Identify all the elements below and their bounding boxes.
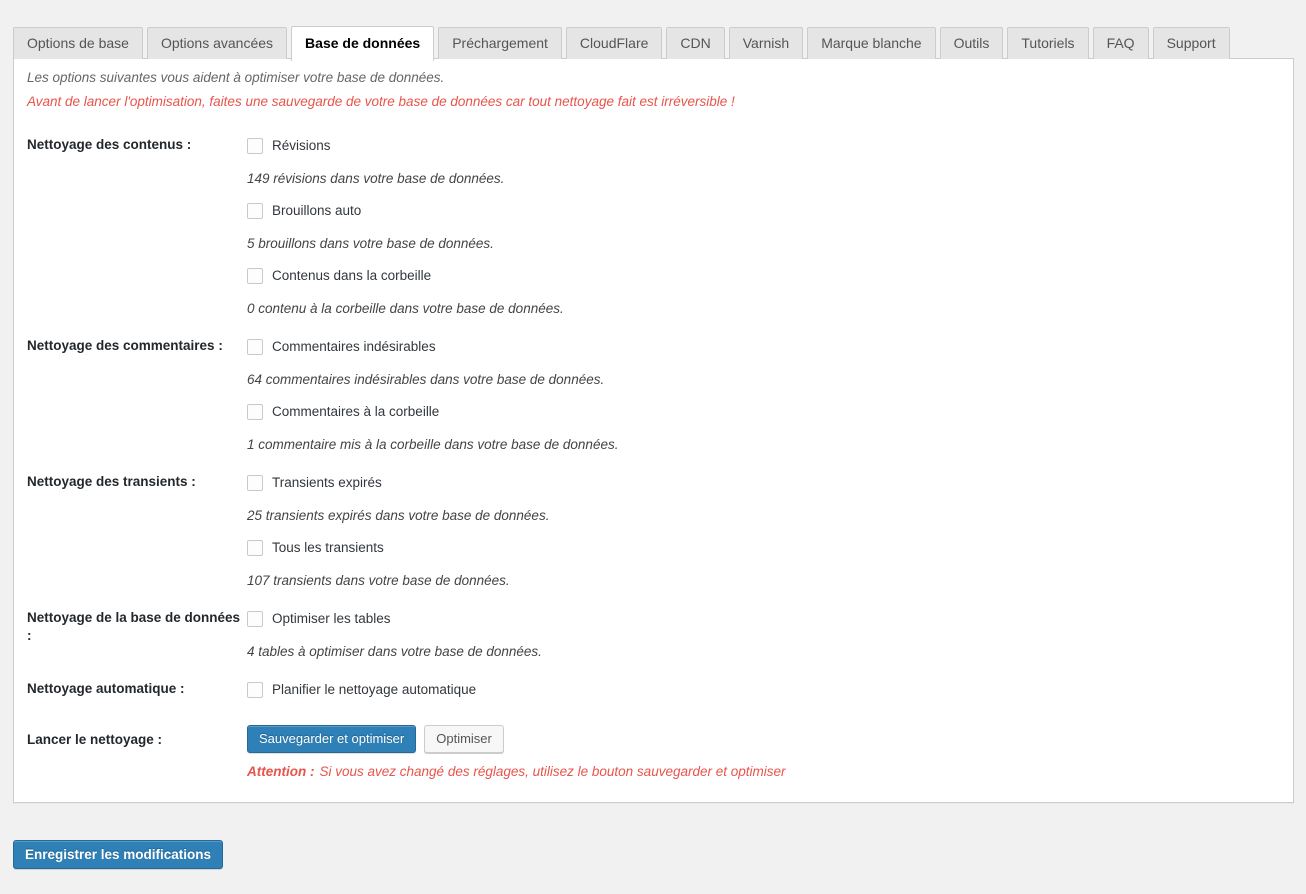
checkbox-description: 5 brouillons dans votre base de données. — [247, 236, 494, 251]
attention-text: Si vous avez changé des réglages, utilis… — [319, 764, 786, 779]
checkbox-label[interactable]: Transients expirés — [272, 474, 382, 492]
option-row: Nettoyage de la base de données : Optimis… — [14, 608, 1293, 661]
checkbox-line[interactable]: Tous les transients — [247, 537, 1293, 559]
checkbox-label[interactable]: Commentaires à la corbeille — [272, 403, 439, 421]
option-row-label: Nettoyage des commentaires : — [27, 338, 223, 353]
save-changes-button[interactable]: Enregistrer les modifications — [13, 840, 224, 869]
checkbox-label[interactable]: Planifier le nettoyage automatique — [272, 681, 476, 699]
option-row-fields: Commentaires indésirables 64 commentaires… — [247, 336, 1293, 454]
option-row-label: Nettoyage automatique : — [27, 681, 185, 696]
checkbox-unchecked-icon[interactable] — [247, 682, 263, 698]
checkbox-unchecked-icon[interactable] — [247, 611, 263, 627]
checkbox-description: 107 transients dans votre base de donnée… — [247, 573, 510, 588]
checkbox-unchecked-icon[interactable] — [247, 540, 263, 556]
tab-marque-blanche[interactable]: Marque blanche — [807, 27, 936, 59]
option-row-fields: Transients expirés 25 transients expirés … — [247, 472, 1293, 590]
tab-cdn[interactable]: CDN — [666, 27, 725, 59]
checkbox-line[interactable]: Contenus dans la corbeille — [247, 265, 1293, 287]
option-row: Nettoyage automatique : Planifier le nett… — [14, 679, 1293, 701]
run-cleanup-row: Lancer le nettoyage : Sauvegarder et opti… — [14, 725, 1293, 779]
tab-base-de-donn-es[interactable]: Base de données — [291, 26, 435, 61]
tab-varnish[interactable]: Varnish — [728, 27, 804, 59]
settings-tab-bar: Options de base Options avancées Base de d… — [13, 26, 1230, 61]
tab-options-avanc-es[interactable]: Options avancées — [146, 27, 288, 59]
option-row-label: Nettoyage des contenus : — [27, 137, 192, 152]
attention-prefix: Attention : — [247, 764, 315, 779]
checkbox-description: 25 transients expirés dans votre base de… — [247, 508, 550, 523]
tab-cloudflare[interactable]: CloudFlare — [565, 27, 663, 59]
tab-pr-chargement[interactable]: Préchargement — [438, 27, 562, 59]
option-row: Nettoyage des transients : Transients exp… — [14, 472, 1293, 590]
run-cleanup-buttons: Sauvegarder et optimiser Optimiser — [247, 725, 1293, 753]
checkbox-description: 4 tables à optimiser dans votre base de … — [247, 644, 542, 659]
checkbox-line[interactable]: Planifier le nettoyage automatique — [247, 679, 1293, 701]
option-row-fields: Optimiser les tables 4 tables à optimiser… — [247, 608, 1293, 661]
checkbox-label[interactable]: Commentaires indésirables — [272, 338, 436, 356]
checkbox-line[interactable]: Commentaires indésirables — [247, 336, 1293, 358]
database-options-panel: Les options suivantes vous aident à opti… — [13, 58, 1294, 803]
checkbox-unchecked-icon[interactable] — [247, 404, 263, 420]
checkbox-unchecked-icon[interactable] — [247, 138, 263, 154]
checkbox-label[interactable]: Révisions — [272, 137, 331, 155]
checkbox-line[interactable]: Optimiser les tables — [247, 608, 1293, 630]
database-settings-page: Options de base Options avancées Base de d… — [0, 0, 1306, 894]
tab-options-de-base[interactable]: Options de base — [13, 27, 143, 59]
checkbox-line[interactable]: Commentaires à la corbeille — [247, 401, 1293, 423]
checkbox-unchecked-icon[interactable] — [247, 475, 263, 491]
option-row-fields: Révisions 149 révisions dans votre base d… — [247, 135, 1293, 318]
checkbox-unchecked-icon[interactable] — [247, 339, 263, 355]
option-row-label: Nettoyage des transients : — [27, 474, 196, 489]
panel-backup-warning: Avant de lancer l'optimisation, faites u… — [27, 94, 735, 109]
tab-outils[interactable]: Outils — [939, 27, 1004, 59]
option-row: Nettoyage des commentaires : Commentaires… — [14, 336, 1293, 454]
option-row: Nettoyage des contenus : Révisions 149 rév… — [14, 135, 1293, 318]
optimize-button[interactable]: Optimiser — [424, 725, 504, 753]
checkbox-description: 1 commentaire mis à la corbeille dans vo… — [247, 437, 619, 452]
checkbox-unchecked-icon[interactable] — [247, 268, 263, 284]
footer-actions: Enregistrer les modifications — [13, 840, 224, 869]
tab-support[interactable]: Support — [1152, 27, 1230, 59]
attention-notice: Attention : Si vous avez changé des régla… — [247, 764, 1293, 779]
checkbox-unchecked-icon[interactable] — [247, 203, 263, 219]
run-cleanup-label: Lancer le nettoyage : — [27, 732, 163, 747]
tab-tutoriels[interactable]: Tutoriels — [1007, 27, 1089, 59]
checkbox-line[interactable]: Révisions — [247, 135, 1293, 157]
checkbox-description: 149 révisions dans votre base de données… — [247, 171, 505, 186]
checkbox-line[interactable]: Transients expirés — [247, 472, 1293, 494]
run-cleanup-fields: Sauvegarder et optimiser Optimiser Attenti… — [247, 725, 1293, 779]
option-row-label: Nettoyage de la base de données : — [27, 610, 241, 643]
tab-faq[interactable]: FAQ — [1092, 27, 1149, 59]
option-row-fields: Planifier le nettoyage automatique — [247, 679, 1293, 701]
checkbox-label[interactable]: Optimiser les tables — [272, 610, 391, 628]
checkbox-line[interactable]: Brouillons auto — [247, 200, 1293, 222]
save-and-optimize-button[interactable]: Sauvegarder et optimiser — [247, 725, 417, 753]
panel-intro-text: Les options suivantes vous aident à opti… — [27, 70, 445, 85]
checkbox-label[interactable]: Brouillons auto — [272, 202, 361, 220]
checkbox-description: 64 commentaires indésirables dans votre … — [247, 372, 605, 387]
checkbox-label[interactable]: Contenus dans la corbeille — [272, 267, 431, 285]
checkbox-description: 0 contenu à la corbeille dans votre base… — [247, 301, 564, 316]
checkbox-label[interactable]: Tous les transients — [272, 539, 384, 557]
options-rows: Nettoyage des contenus : Révisions 149 rév… — [14, 135, 1293, 779]
